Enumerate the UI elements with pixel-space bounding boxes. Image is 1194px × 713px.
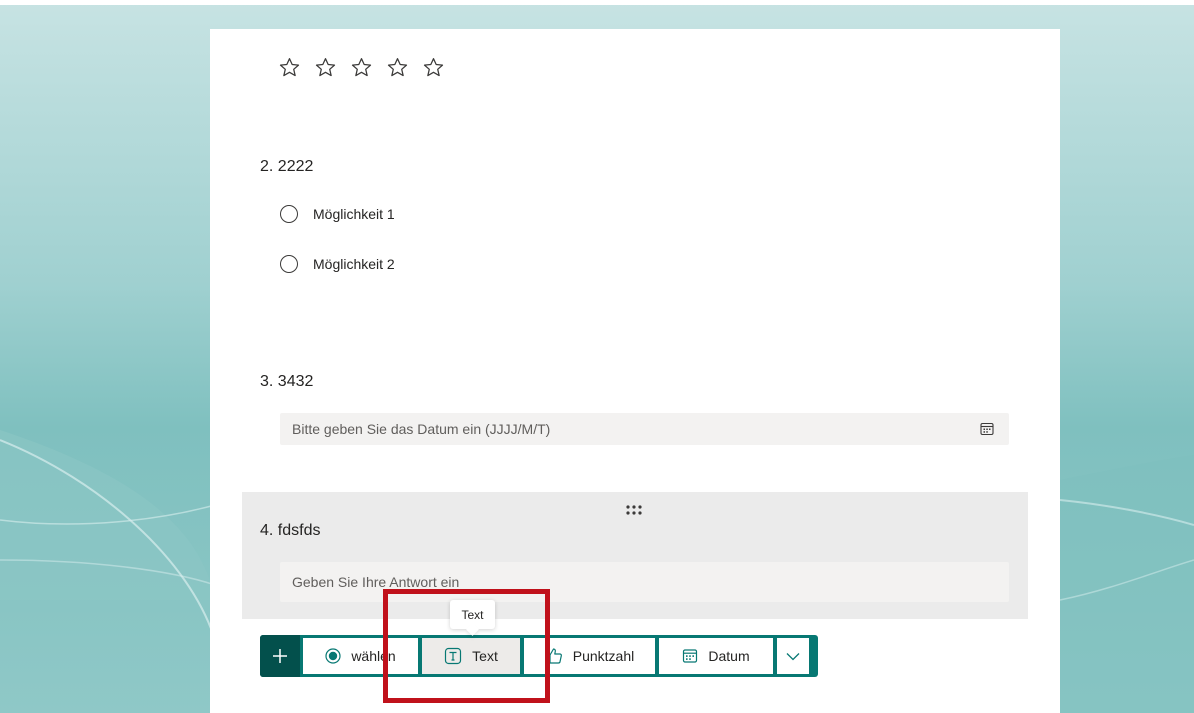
date-button-label: Datum — [708, 648, 750, 664]
star-outline-icon[interactable] — [314, 56, 337, 79]
more-question-types-button[interactable] — [777, 638, 809, 674]
choice-button-label: wählen — [351, 648, 396, 664]
radio-button[interactable] — [280, 205, 298, 223]
text-tooltip: Text — [450, 600, 495, 629]
text-button-label: Text — [472, 648, 498, 664]
option-1[interactable]: Möglichkeit 1 — [280, 205, 395, 223]
star-outline-icon[interactable] — [350, 56, 373, 79]
date-input[interactable]: Bitte geben Sie das Datum ein (JJJJ/M/T) — [280, 413, 1009, 445]
radio-button[interactable] — [280, 255, 298, 273]
drag-handle-icon[interactable] — [625, 504, 645, 518]
option-2[interactable]: Möglichkeit 2 — [280, 255, 395, 273]
text-icon — [445, 647, 462, 665]
answer-input-placeholder: Geben Sie Ihre Antwort ein — [292, 574, 460, 590]
option-label: Möglichkeit 1 — [313, 206, 395, 222]
date-button[interactable]: Datum — [659, 638, 773, 674]
add-question-toolbar: wählen Text Punktzahl Datum — [260, 635, 818, 677]
add-question-button[interactable] — [260, 635, 300, 677]
answer-input[interactable]: Geben Sie Ihre Antwort ein — [280, 562, 1009, 602]
rating-stars[interactable] — [278, 56, 445, 79]
question-2-title: 2. 2222 — [260, 158, 314, 175]
question-3-title: 3. 3432 — [260, 373, 314, 390]
thumbs-up-icon — [546, 648, 562, 664]
date-input-placeholder: Bitte geben Sie das Datum ein (JJJJ/M/T) — [292, 421, 551, 437]
form-card: 2. 2222 Möglichkeit 1 Möglichkeit 2 3. 3… — [210, 29, 1060, 713]
top-strip — [0, 0, 1194, 5]
chevron-down-icon — [786, 653, 800, 661]
option-label: Möglichkeit 2 — [313, 256, 395, 272]
rating-button[interactable]: Punktzahl — [524, 638, 655, 674]
question-4-title: 4. fdsfds — [260, 522, 321, 539]
star-outline-icon[interactable] — [278, 56, 301, 79]
rating-button-label: Punktzahl — [572, 648, 635, 664]
plus-icon — [273, 649, 287, 663]
star-outline-icon[interactable] — [422, 56, 445, 79]
choice-button[interactable]: wählen — [303, 638, 418, 674]
calendar-icon[interactable] — [979, 421, 995, 437]
calendar-icon — [683, 649, 698, 663]
question-4-selected[interactable]: 4. fdsfds Geben Sie Ihre Antwort ein — [242, 492, 1028, 619]
star-outline-icon[interactable] — [386, 56, 409, 79]
radio-choice-icon — [325, 648, 341, 664]
text-button[interactable]: Text — [422, 638, 520, 674]
